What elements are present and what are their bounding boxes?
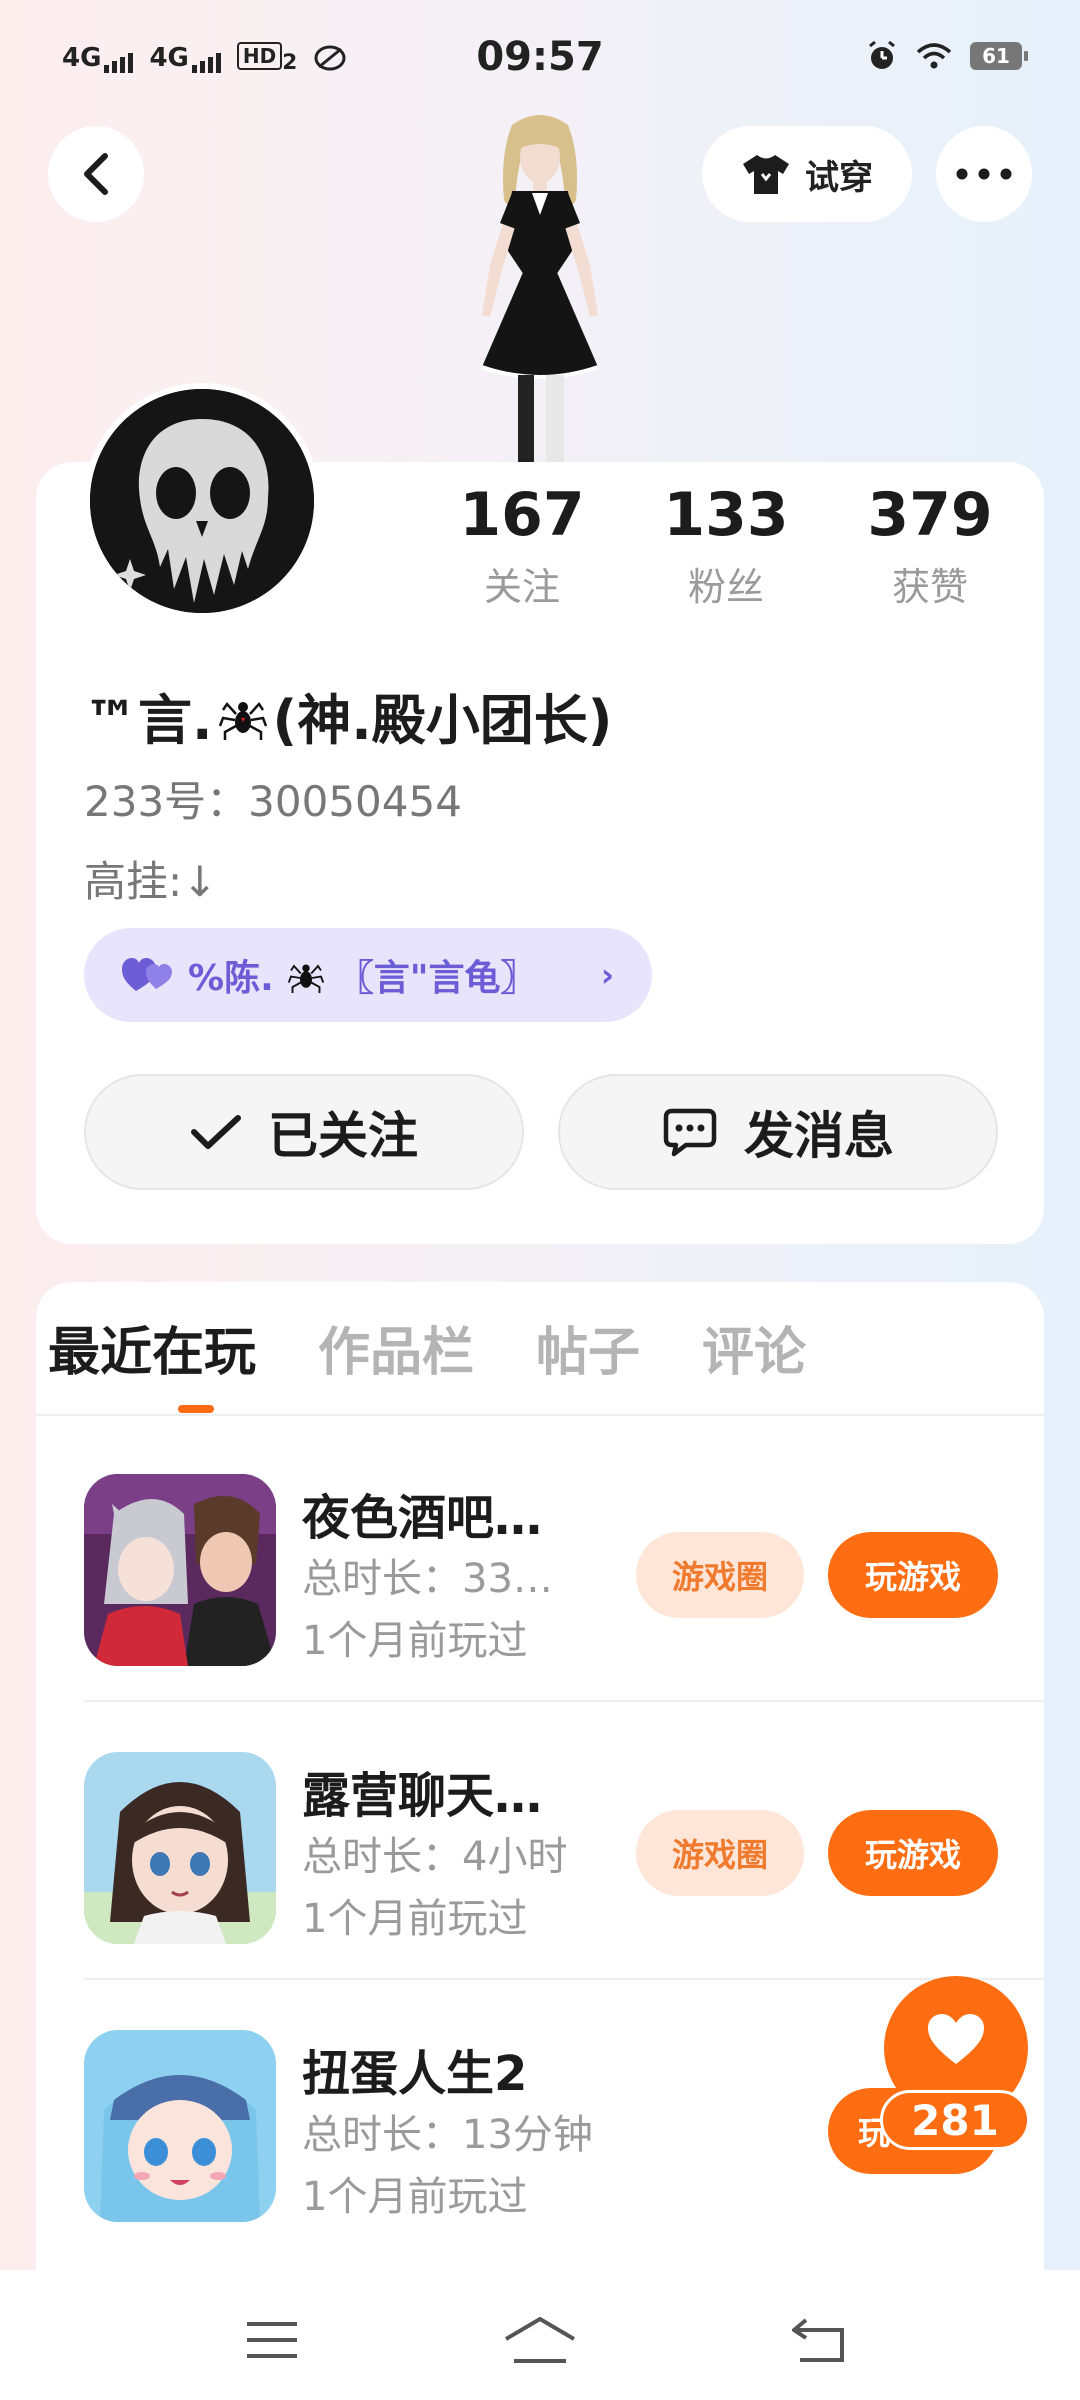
- spider-icon: [218, 701, 267, 740]
- game-duration: 总时长：33…: [302, 1556, 553, 1602]
- back-nav-button[interactable]: [780, 2310, 860, 2370]
- message-bubble-icon: [663, 1108, 717, 1157]
- profile-tabs: 最近在玩 作品栏 帖子 评论: [48, 1310, 806, 1385]
- tag-text-prefix: %陈.: [188, 958, 274, 999]
- active-tab-indicator: [178, 1405, 214, 1413]
- skull-avatar-image: [90, 389, 314, 613]
- home-icon: [504, 2317, 576, 2363]
- tab-recently-played[interactable]: 最近在玩: [48, 1310, 256, 1385]
- chevron-right-icon: ›: [600, 956, 614, 994]
- stat-value: 379: [867, 480, 993, 550]
- try-on-button[interactable]: 试穿: [702, 126, 912, 222]
- send-message-button[interactable]: 发消息: [558, 1074, 998, 1190]
- back-arrow-icon: [792, 2318, 844, 2362]
- stat-following[interactable]: 167 关注: [420, 480, 624, 611]
- battery-level: 61: [982, 44, 1010, 68]
- user-name-prefix: ™言.: [84, 689, 213, 752]
- heart-icon: [928, 2014, 984, 2064]
- tab-posts[interactable]: 帖子: [536, 1310, 640, 1385]
- game-icon-gacha-life[interactable]: [84, 2030, 276, 2222]
- hearts-icon: [122, 958, 172, 991]
- message-label: 发消息: [744, 1107, 894, 1165]
- tshirt-icon: [743, 155, 789, 194]
- user-name: ™言. (神.殿小团长): [84, 676, 612, 755]
- game-duration: 总时长：13分钟: [302, 2112, 593, 2158]
- home-button[interactable]: [500, 2310, 580, 2370]
- user-avatar[interactable]: [84, 383, 320, 619]
- game-title: 夜色酒吧…: [302, 1490, 543, 1546]
- user-name-suffix: (神.殿小团长): [272, 689, 613, 752]
- battery-icon: 61: [970, 42, 1028, 70]
- play-game-button[interactable]: 玩游戏: [828, 1532, 998, 1618]
- follow-label: 已关注: [268, 1107, 418, 1165]
- user-id: 233号：30050454: [84, 777, 462, 826]
- chevron-left-icon: [84, 153, 108, 195]
- game-last-played: 1个月前玩过: [302, 1618, 528, 1664]
- stat-value: 133: [663, 480, 789, 550]
- alarm-icon: [869, 40, 895, 69]
- tab-works[interactable]: 作品栏: [318, 1310, 474, 1385]
- profile-stats: 167 关注 133 粉丝 379 获赞: [420, 480, 1040, 611]
- game-circle-button[interactable]: 游戏圈: [636, 1532, 804, 1618]
- game-row[interactable]: 露营聊天… 总时长：4小时 1个月前玩过 游戏圈 玩游戏: [84, 1702, 1044, 1980]
- game-title: 扭蛋人生2: [302, 2046, 528, 2102]
- stat-label: 粉丝: [687, 565, 764, 609]
- stat-fans[interactable]: 133 粉丝: [624, 480, 828, 611]
- spider-icon: [287, 964, 324, 993]
- game-title: 露营聊天…: [302, 1768, 543, 1824]
- character-avatar-figure[interactable]: [420, 105, 660, 465]
- back-button[interactable]: [48, 126, 144, 222]
- tab-comments[interactable]: 评论: [702, 1310, 806, 1385]
- game-duration: 总时长：4小时: [302, 1834, 568, 1880]
- game-last-played: 1个月前玩过: [302, 1896, 528, 1942]
- tabs-divider: [36, 1414, 1044, 1416]
- tag-text-suffix: 〖言"言龟〗: [337, 958, 537, 999]
- stat-label: 关注: [483, 565, 560, 609]
- status-bar: 4G 4G HD 2 09:57 61: [0, 0, 1080, 120]
- menu-icon: [247, 2322, 297, 2358]
- game-last-played: 1个月前玩过: [302, 2174, 528, 2220]
- recent-apps-button[interactable]: [232, 2310, 312, 2370]
- stat-likes[interactable]: 379 获赞: [828, 480, 1032, 611]
- more-dots-icon: [956, 168, 1012, 180]
- more-button[interactable]: [936, 126, 1032, 222]
- game-icon-camping[interactable]: [84, 1752, 276, 1944]
- stat-label: 获赞: [891, 565, 968, 609]
- followed-button[interactable]: 已关注: [84, 1074, 524, 1190]
- wifi-icon: [916, 43, 952, 69]
- user-bio: 高挂:↓: [84, 857, 218, 906]
- check-icon: [191, 1115, 241, 1149]
- game-row[interactable]: 夜色酒吧… 总时长：33… 1个月前玩过 游戏圈 玩游戏: [84, 1424, 1044, 1702]
- stat-value: 167: [459, 480, 585, 550]
- try-on-label: 试穿: [805, 157, 873, 198]
- status-right: 61: [866, 40, 1028, 72]
- game-circle-button[interactable]: 游戏圈: [636, 1810, 804, 1896]
- play-game-button[interactable]: 玩游戏: [828, 1810, 998, 1896]
- like-count-badge: 281: [880, 2090, 1030, 2150]
- game-icon-nightbar[interactable]: [84, 1474, 276, 1666]
- relationship-tag[interactable]: %陈. 〖言"言龟〗 ›: [84, 928, 652, 1022]
- system-nav-bar: [0, 2270, 1080, 2400]
